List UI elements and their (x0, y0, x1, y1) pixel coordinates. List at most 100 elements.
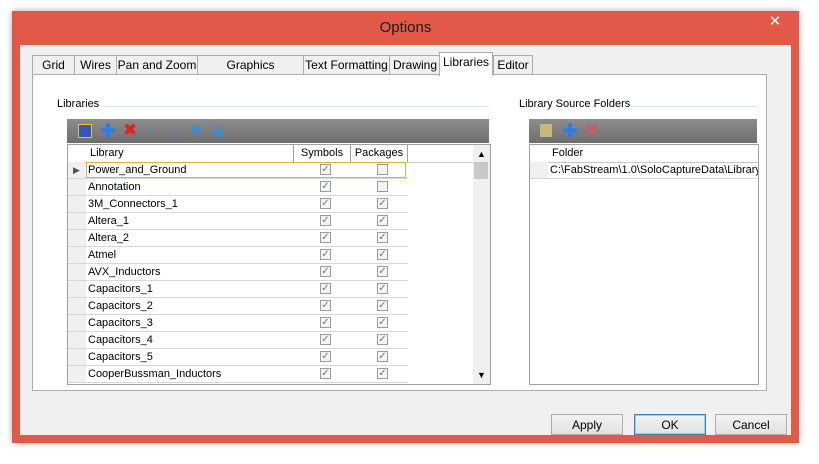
column-header-library[interactable]: Library (86, 145, 294, 162)
library-name: Capacitors_1 (88, 283, 153, 295)
packages-checkbox[interactable]: ✓ (377, 249, 388, 260)
symbols-checkbox[interactable]: ✓ (320, 266, 331, 277)
row-header[interactable] (68, 332, 86, 349)
folders-grid-header: Folder (530, 145, 758, 163)
cancel-button[interactable]: Cancel (715, 414, 787, 435)
column-header-symbols[interactable]: Symbols (294, 145, 351, 162)
tab-drawing[interactable]: Drawing (389, 55, 441, 74)
move-down-icon[interactable]: ↓ (166, 123, 182, 139)
packages-checkbox[interactable]: ✓ (377, 283, 388, 294)
symbols-checkbox[interactable]: ✓ (320, 215, 331, 226)
symbols-checkbox[interactable]: ✓ (320, 368, 331, 379)
scroll-thumb[interactable] (474, 162, 488, 179)
tab-libraries[interactable]: Libraries (439, 52, 493, 76)
library-row[interactable]: Capacitors_4 ✓ ✓ (86, 332, 408, 349)
tab-text-formatting[interactable]: Text Formatting (303, 55, 390, 74)
library-row[interactable]: Altera_1 ✓ ✓ (86, 213, 408, 230)
add-icon[interactable]: ✚ (562, 122, 578, 140)
title-bar[interactable]: Options ✕ (12, 11, 799, 44)
libraries-grid-header: Library Symbols Packages (68, 145, 490, 163)
row-header[interactable] (68, 298, 86, 315)
symbols-checkbox[interactable]: ✓ (320, 351, 331, 362)
move-up-icon[interactable]: ↑ (144, 123, 160, 139)
scroll-up-icon[interactable]: ▲ (477, 149, 486, 159)
tab-editor[interactable]: Editor (493, 55, 533, 74)
library-row[interactable]: Capacitors_3 ✓ ✓ (86, 315, 408, 332)
packages-checkbox[interactable]: ✓ (377, 232, 388, 243)
symbols-checkbox[interactable]: ✓ (320, 249, 331, 260)
current-row-indicator[interactable]: ▶ (68, 162, 86, 179)
symbols-checkbox[interactable]: ✓ (320, 300, 331, 311)
row-header[interactable] (68, 315, 86, 332)
column-header-packages[interactable]: Packages (351, 145, 408, 162)
apply-button[interactable]: Apply (551, 414, 623, 435)
folder-icon[interactable] (540, 124, 552, 137)
library-name: Atmel (88, 249, 117, 261)
row-header[interactable] (68, 349, 86, 366)
folder-row[interactable]: C:\FabStream\1.0\SoloCaptureData\Library (548, 162, 758, 179)
row-header[interactable] (68, 366, 86, 383)
library-properties-icon[interactable] (78, 124, 92, 138)
library-name: Annotation (88, 181, 141, 193)
symbols-checkbox[interactable]: ✓ (320, 232, 331, 243)
library-row[interactable]: Capacitors_5 ✓ ✓ (86, 349, 408, 366)
packages-checkbox[interactable]: ✓ (377, 300, 388, 311)
packages-checkbox[interactable]: ✓ (377, 317, 388, 328)
tab-pan-and-zoom[interactable]: Pan and Zoom (116, 55, 198, 74)
symbols-checkbox[interactable]: ✓ (320, 164, 331, 175)
library-row[interactable]: Power_and_Ground ✓ (86, 162, 408, 179)
tab-wires[interactable]: Wires (74, 55, 117, 74)
packages-checkbox[interactable]: ✓ (377, 334, 388, 345)
add-icon[interactable]: ✚ (100, 122, 116, 140)
packages-checkbox[interactable]: ✓ (377, 351, 388, 362)
source-folders-group-label: Library Source Folders (519, 98, 631, 110)
row-header[interactable] (68, 196, 86, 213)
library-row[interactable]: Capacitors_1 ✓ ✓ (86, 281, 408, 298)
delete-icon[interactable]: ✖ (584, 123, 600, 139)
packages-checkbox[interactable]: ✓ (377, 266, 388, 277)
library-row[interactable]: 3M_Connectors_1 ✓ ✓ (86, 196, 408, 213)
libraries-tab-page: Libraries ✚ ✖ ↑ ↓ ⇈ ⇊ Library Symbols Pa… (32, 74, 767, 391)
library-name: Capacitors_2 (88, 300, 153, 312)
packages-checkbox[interactable]: ✓ (377, 215, 388, 226)
packages-checkbox[interactable] (377, 164, 388, 175)
delete-icon[interactable]: ✖ (122, 123, 138, 139)
library-name: CooperBussman_Inductors (88, 368, 222, 380)
row-header[interactable] (68, 264, 86, 281)
scroll-down-icon[interactable]: ▼ (477, 370, 486, 380)
move-top-icon[interactable]: ⇈ (188, 123, 204, 139)
column-header-folder[interactable]: Folder (548, 145, 758, 162)
tab-graphics-formatting[interactable]: Graphics Formatting (197, 55, 304, 91)
symbols-checkbox[interactable]: ✓ (320, 181, 331, 192)
libraries-group-label: Libraries (57, 98, 100, 110)
folders-toolbar: ✚ ✖ (529, 119, 757, 143)
symbols-checkbox[interactable]: ✓ (320, 198, 331, 209)
library-name: Capacitors_4 (88, 334, 153, 346)
row-pointer-icon: ▶ (73, 165, 80, 175)
row-header[interactable] (68, 281, 86, 298)
library-row[interactable]: Capacitors_2 ✓ ✓ (86, 298, 408, 315)
libraries-scrollbar[interactable]: ▲ ▼ (473, 145, 490, 384)
library-row[interactable]: Atmel ✓ ✓ (86, 247, 408, 264)
row-header[interactable] (68, 230, 86, 247)
packages-checkbox[interactable] (377, 181, 388, 192)
library-row[interactable]: Altera_2 ✓ ✓ (86, 230, 408, 247)
row-header[interactable] (68, 247, 86, 264)
move-bottom-icon[interactable]: ⇊ (210, 123, 226, 139)
symbols-checkbox[interactable]: ✓ (320, 283, 331, 294)
library-row[interactable]: AVX_Inductors ✓ ✓ (86, 264, 408, 281)
ok-button[interactable]: OK (634, 414, 706, 435)
library-row[interactable]: Annotation ✓ (86, 179, 408, 196)
packages-checkbox[interactable]: ✓ (377, 368, 388, 379)
symbols-checkbox[interactable]: ✓ (320, 334, 331, 345)
packages-checkbox[interactable]: ✓ (377, 198, 388, 209)
tab-grid[interactable]: Grid (32, 55, 75, 74)
group-divider (629, 106, 757, 107)
row-header (530, 162, 548, 179)
row-header[interactable] (68, 213, 86, 230)
symbols-checkbox[interactable]: ✓ (320, 317, 331, 328)
row-header[interactable] (68, 179, 86, 196)
window-title: Options (379, 19, 432, 36)
close-icon[interactable]: ✕ (757, 12, 793, 32)
library-row[interactable]: CooperBussman_Inductors ✓ ✓ (86, 366, 408, 383)
